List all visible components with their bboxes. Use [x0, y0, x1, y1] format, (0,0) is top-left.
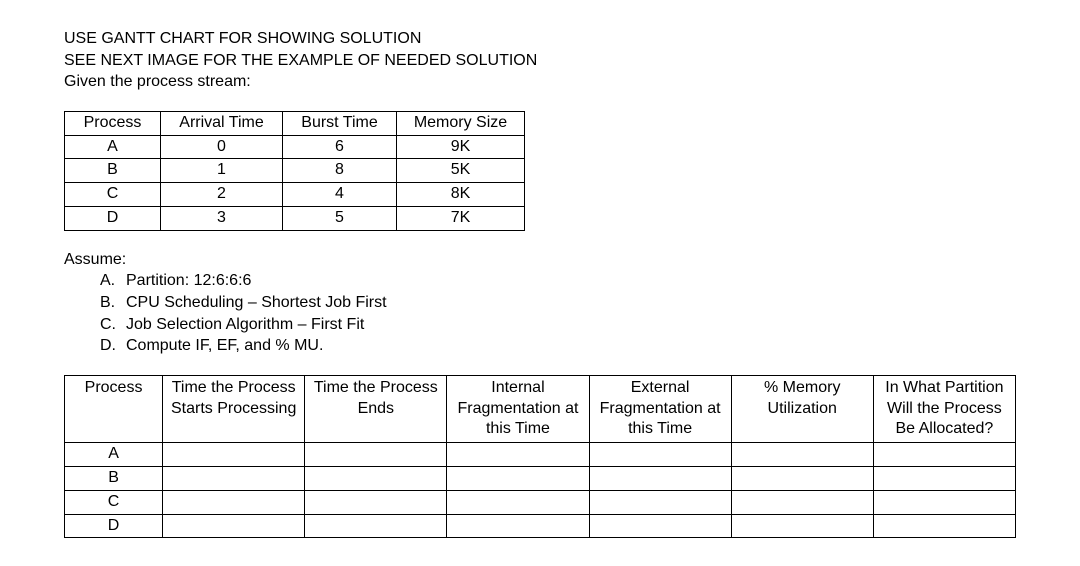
list-item: C.Job Selection Algorithm – First Fit: [100, 314, 1016, 336]
cell-external: [589, 443, 731, 467]
list-text: Compute IF, EF, and % MU.: [126, 337, 323, 354]
header-arrival-time: Arrival Time: [161, 111, 283, 135]
cell-arrival: 3: [161, 206, 283, 230]
list-item: B.CPU Scheduling – Shortest Job First: [100, 292, 1016, 314]
list-text: CPU Scheduling – Shortest Job First: [126, 294, 387, 311]
cell-process: A: [65, 443, 163, 467]
cell-partition: [873, 443, 1015, 467]
process-stream-table: Process Arrival Time Burst Time Memory S…: [64, 111, 525, 231]
assumptions-title: Assume:: [64, 249, 1016, 271]
cell-arrival: 2: [161, 183, 283, 207]
list-marker: A.: [100, 270, 126, 292]
cell-memory: 5K: [397, 159, 525, 183]
table-row: C 2 4 8K: [65, 183, 525, 207]
header-external-fragmentation: External Fragmentation at this Time: [589, 375, 731, 442]
cell-arrival: 0: [161, 135, 283, 159]
cell-memutil: [731, 443, 873, 467]
cell-end: [305, 443, 447, 467]
cell-internal: [447, 490, 589, 514]
header-memory-size: Memory Size: [397, 111, 525, 135]
cell-external: [589, 490, 731, 514]
table-row: A: [65, 443, 1016, 467]
cell-memory: 8K: [397, 183, 525, 207]
cell-start: [163, 466, 305, 490]
table-row: A 0 6 9K: [65, 135, 525, 159]
cell-process: B: [65, 466, 163, 490]
cell-process: A: [65, 135, 161, 159]
cell-internal: [447, 466, 589, 490]
heading-line-2: SEE NEXT IMAGE FOR THE EXAMPLE OF NEEDED…: [64, 50, 1016, 72]
list-marker: D.: [100, 335, 126, 357]
answer-table: Process Time the Process Starts Processi…: [64, 375, 1016, 539]
table-header-row: Process Time the Process Starts Processi…: [65, 375, 1016, 442]
list-item: D.Compute IF, EF, and % MU.: [100, 335, 1016, 357]
cell-external: [589, 466, 731, 490]
table-header-row: Process Arrival Time Burst Time Memory S…: [65, 111, 525, 135]
cell-process: B: [65, 159, 161, 183]
cell-burst: 5: [283, 206, 397, 230]
list-marker: C.: [100, 314, 126, 336]
header-burst-time: Burst Time: [283, 111, 397, 135]
cell-process: C: [65, 490, 163, 514]
cell-partition: [873, 466, 1015, 490]
heading-line-3: Given the process stream:: [64, 71, 1016, 93]
header-process: Process: [65, 111, 161, 135]
cell-internal: [447, 443, 589, 467]
heading-block: USE GANTT CHART FOR SHOWING SOLUTION SEE…: [64, 28, 1016, 93]
cell-start: [163, 443, 305, 467]
cell-memory: 7K: [397, 206, 525, 230]
list-text: Partition: 12:6:6:6: [126, 272, 251, 289]
list-item: A.Partition: 12:6:6:6: [100, 270, 1016, 292]
cell-end: [305, 490, 447, 514]
table-row: B 1 8 5K: [65, 159, 525, 183]
cell-process: D: [65, 206, 161, 230]
cell-burst: 4: [283, 183, 397, 207]
cell-burst: 8: [283, 159, 397, 183]
header-process: Process: [65, 375, 163, 442]
cell-process: C: [65, 183, 161, 207]
cell-memutil: [731, 466, 873, 490]
assumptions-list: A.Partition: 12:6:6:6 B.CPU Scheduling –…: [64, 270, 1016, 356]
header-end-time: Time the Process Ends: [305, 375, 447, 442]
cell-burst: 6: [283, 135, 397, 159]
header-partition-allocated: In What Partition Will the Process Be Al…: [873, 375, 1015, 442]
table-row: D 3 5 7K: [65, 206, 525, 230]
cell-memory: 9K: [397, 135, 525, 159]
list-marker: B.: [100, 292, 126, 314]
table-row: B: [65, 466, 1016, 490]
cell-partition: [873, 490, 1015, 514]
header-memory-utilization: % Memory Utilization: [731, 375, 873, 442]
cell-end: [305, 466, 447, 490]
header-internal-fragmentation: Internal Fragmentation at this Time: [447, 375, 589, 442]
table-row: C: [65, 490, 1016, 514]
list-text: Job Selection Algorithm – First Fit: [126, 316, 364, 333]
cell-start: [163, 490, 305, 514]
heading-line-1: USE GANTT CHART FOR SHOWING SOLUTION: [64, 28, 1016, 50]
assumptions-block: Assume: A.Partition: 12:6:6:6 B.CPU Sche…: [64, 249, 1016, 357]
cell-arrival: 1: [161, 159, 283, 183]
cell-memutil: [731, 490, 873, 514]
header-start-time: Time the Process Starts Processing: [163, 375, 305, 442]
